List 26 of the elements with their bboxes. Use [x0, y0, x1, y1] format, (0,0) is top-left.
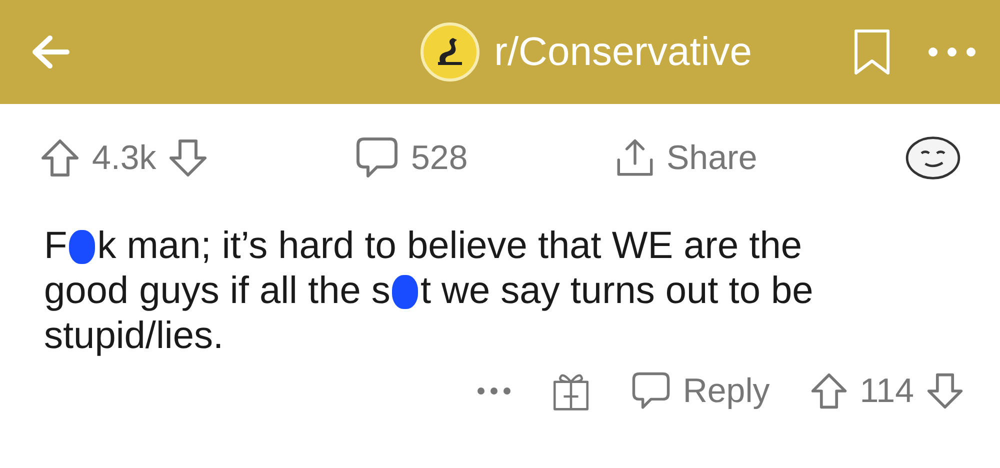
censor-scribble [392, 274, 418, 308]
more-icon[interactable] [928, 47, 976, 57]
comment-icon[interactable] [355, 136, 400, 180]
community-avatar-icon [420, 22, 480, 82]
comment-text: k man; it’s hard to believe that WE are the [97, 224, 802, 269]
downvote-icon[interactable] [168, 138, 208, 178]
score-count: 114 [860, 372, 914, 410]
comment-icon [630, 371, 671, 411]
user-avatar-icon[interactable] [904, 134, 962, 182]
comment-count: 528 [411, 138, 468, 178]
score-count: 4.3k [92, 138, 156, 178]
upvote-icon[interactable] [40, 138, 80, 178]
upvote-icon[interactable] [810, 372, 848, 410]
comment-text: t we say turns out to be [420, 269, 814, 314]
comment-text: good guys if all the s [44, 269, 390, 314]
share-button[interactable]: Share [614, 138, 758, 178]
censor-scribble [69, 230, 96, 264]
comment-text: F [44, 224, 68, 269]
community-name[interactable]: r/Conservative [494, 30, 752, 74]
downvote-icon[interactable] [926, 372, 964, 410]
more-icon[interactable] [476, 387, 511, 395]
back-icon[interactable] [30, 34, 70, 70]
reply-button[interactable]: Reply [630, 371, 770, 411]
comment-text: stupid/lies. [44, 314, 224, 359]
share-icon [614, 138, 654, 178]
bookmark-icon[interactable] [852, 28, 892, 76]
